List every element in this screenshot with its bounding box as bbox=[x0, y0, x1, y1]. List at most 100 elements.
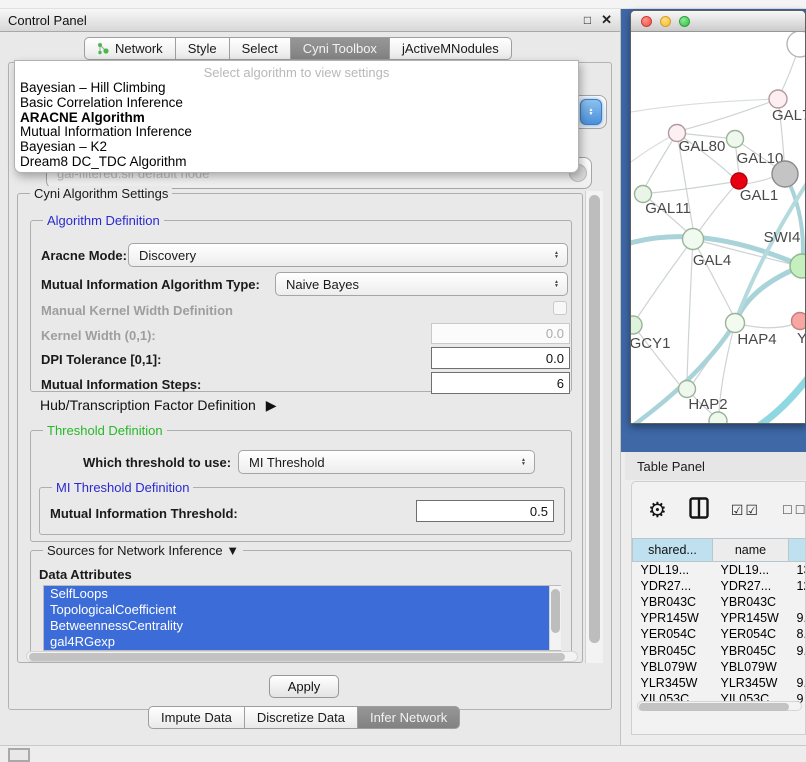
zoom-traffic-light-icon[interactable] bbox=[679, 16, 690, 27]
data-attribute-item-selected[interactable]: SelfLoops bbox=[44, 586, 560, 602]
network-graph-canvas[interactable]: GAL7GAL80GAL10GAL1GAL11GAL4SWI4GCY1HAP4Y… bbox=[631, 32, 806, 424]
data-attribute-item-selected[interactable]: BetweennessCentrality bbox=[44, 618, 560, 634]
minimize-traffic-light-icon[interactable] bbox=[660, 16, 671, 27]
gear-icon[interactable]: ⚙ bbox=[648, 498, 667, 523]
network-edge[interactable] bbox=[651, 181, 739, 193]
mi-steps-field[interactable]: 6 bbox=[431, 372, 570, 394]
tab-network[interactable]: Network bbox=[84, 37, 176, 60]
algorithm-option[interactable]: ARACNE Algorithm bbox=[15, 111, 578, 126]
hub-tf-definition-toggle[interactable]: Hub/Transcription Factor Definition ▶ bbox=[40, 397, 276, 414]
algorithm-definition-group: Algorithm Definition Aracne Mode: Discov… bbox=[30, 220, 572, 392]
which-threshold-combo[interactable]: MI Threshold ▲▼ bbox=[238, 450, 535, 474]
hub-tf-definition-label: Hub/Transcription Factor Definition bbox=[40, 397, 256, 413]
network-edge[interactable] bbox=[746, 177, 773, 184]
deselect-checkboxes-icon[interactable]: ☐☐ bbox=[782, 503, 806, 517]
table-row[interactable]: YBR043CYBR043C bbox=[633, 594, 806, 610]
settings-group-title: Cyni Algorithm Settings bbox=[30, 186, 172, 201]
select-all-checkboxes-icon[interactable]: ☑☑ bbox=[731, 502, 760, 519]
network-node-swi4[interactable] bbox=[790, 254, 806, 278]
kernel-width-value: 0.0 bbox=[546, 326, 564, 341]
network-view-window: GAL7GAL80GAL10GAL1GAL11GAL4SWI4GCY1HAP4Y… bbox=[630, 10, 806, 424]
network-edge[interactable] bbox=[749, 374, 806, 424]
tab-style[interactable]: Style bbox=[176, 37, 230, 60]
tab-impute-data-label: Impute Data bbox=[161, 710, 232, 725]
kernel-width-field[interactable]: 0.0 bbox=[431, 323, 570, 344]
mi-type-combo[interactable]: Naive Bayes ▲▼ bbox=[275, 272, 568, 296]
combo-arrows-focused[interactable]: ▲▼ bbox=[580, 99, 602, 125]
network-node-y[interactable] bbox=[792, 313, 806, 330]
sources-group-title[interactable]: Sources for Network Inference ▼ bbox=[43, 543, 243, 558]
settings-vscrollbar[interactable] bbox=[585, 191, 603, 663]
table-row[interactable]: YLR345WYLR345W9. bbox=[633, 675, 806, 691]
table-row[interactable]: YBL079WYBL079W bbox=[633, 659, 806, 675]
attributes-vscrollbar[interactable] bbox=[549, 586, 561, 650]
network-edge[interactable] bbox=[637, 239, 693, 318]
data-attribute-item-selected[interactable]: gal4RGexp bbox=[44, 634, 560, 650]
tab-cyni-toolbox[interactable]: Cyni Toolbox bbox=[291, 37, 390, 60]
network-node-gal7[interactable] bbox=[769, 90, 787, 108]
node-attribute-table[interactable]: shared...name YDL19...YDL19...13YDR27...… bbox=[632, 538, 806, 707]
table-row[interactable]: YPR145WYPR145W9. bbox=[633, 610, 806, 626]
dpi-tolerance-field[interactable]: 0.0 bbox=[431, 347, 570, 369]
tab-infer-network[interactable]: Infer Network bbox=[358, 706, 460, 729]
cyni-algorithm-settings-group: Cyni Algorithm Settings Algorithm Defini… bbox=[17, 193, 583, 663]
tab-discretize-data[interactable]: Discretize Data bbox=[245, 706, 358, 729]
table-cell: YER054C bbox=[713, 626, 789, 642]
partial-corner-button[interactable] bbox=[8, 748, 30, 762]
network-node-gal10[interactable] bbox=[727, 131, 744, 148]
float-window-icon[interactable]: □ bbox=[584, 13, 591, 27]
algorithm-option[interactable]: Bayesian – Hill Climbing bbox=[15, 81, 578, 96]
network-edge[interactable] bbox=[645, 133, 677, 187]
table-row[interactable]: YDL19...YDL19...13 bbox=[633, 562, 806, 578]
network-edge[interactable] bbox=[785, 174, 803, 266]
table-cell: YBR043C bbox=[713, 594, 789, 610]
settings-hscrollbar[interactable] bbox=[26, 651, 578, 662]
table-row[interactable]: YDR27...YDR27...12 bbox=[633, 578, 806, 594]
data-attributes-list[interactable]: SelfLoopsTopologicalCoefficientBetweenne… bbox=[43, 585, 561, 651]
apply-button[interactable]: Apply bbox=[269, 675, 339, 698]
tab-jactivemnodules-label: jActiveMNodules bbox=[402, 41, 499, 56]
aracne-mode-combo[interactable]: Discovery ▲▼ bbox=[128, 243, 568, 267]
algorithm-option[interactable]: Bayesian – K2 bbox=[15, 140, 578, 155]
network-node[interactable] bbox=[772, 161, 798, 187]
manual-kernel-checkbox[interactable] bbox=[553, 301, 567, 315]
network-node-hap4[interactable] bbox=[726, 314, 745, 333]
algorithm-placeholder: Select algorithm to view settings bbox=[15, 61, 578, 81]
table-row[interactable]: YBR045CYBR045C9. bbox=[633, 642, 806, 658]
network-window-titlebar[interactable] bbox=[631, 11, 805, 32]
network-node-gcy1[interactable] bbox=[631, 316, 642, 334]
table-body[interactable]: YDL19...YDL19...13YDR27...YDR27...12YBR0… bbox=[633, 562, 806, 708]
algorithm-option[interactable]: Basic Correlation Inference bbox=[15, 96, 578, 111]
network-edge[interactable] bbox=[633, 325, 679, 384]
close-traffic-light-icon[interactable] bbox=[641, 16, 652, 27]
network-node[interactable] bbox=[709, 412, 727, 424]
data-attribute-item-selected[interactable]: TopologicalCoefficient bbox=[44, 602, 560, 618]
network-node-label: HAP4 bbox=[737, 331, 776, 348]
table-column-header[interactable] bbox=[789, 539, 806, 562]
network-node-hap2[interactable] bbox=[679, 381, 696, 398]
close-panel-icon[interactable]: ✕ bbox=[601, 12, 612, 28]
which-threshold-label: Which threshold to use: bbox=[83, 455, 231, 470]
table-cell: YDL19... bbox=[713, 562, 789, 578]
split-columns-icon[interactable] bbox=[689, 497, 709, 524]
network-edge[interactable] bbox=[631, 99, 778, 112]
network-edge[interactable] bbox=[693, 239, 733, 315]
table-cell: YBL079W bbox=[633, 659, 713, 675]
tab-jactivemnodules[interactable]: jActiveMNodules bbox=[390, 37, 512, 60]
table-header-row[interactable]: shared...name bbox=[633, 539, 806, 562]
mi-threshold-field[interactable]: 0.5 bbox=[416, 500, 554, 522]
bottom-divider bbox=[0, 745, 806, 746]
combo-arrows-icon: ▲▼ bbox=[550, 251, 563, 259]
table-column-header[interactable]: shared... bbox=[633, 539, 713, 562]
network-edge[interactable] bbox=[699, 181, 739, 231]
table-hscrollbar[interactable] bbox=[637, 701, 802, 711]
tab-select[interactable]: Select bbox=[230, 37, 291, 60]
network-node[interactable] bbox=[787, 32, 806, 57]
table-column-header[interactable]: name bbox=[713, 539, 789, 562]
network-node-gal4[interactable] bbox=[683, 229, 704, 250]
tab-impute-data[interactable]: Impute Data bbox=[148, 706, 245, 729]
algorithm-option[interactable]: Mutual Information Inference bbox=[15, 125, 578, 140]
algorithm-option[interactable]: Dream8 DC_TDC Algorithm bbox=[15, 155, 578, 170]
table-cell: YER054C bbox=[633, 626, 713, 642]
table-row[interactable]: YER054CYER054C8. bbox=[633, 626, 806, 642]
